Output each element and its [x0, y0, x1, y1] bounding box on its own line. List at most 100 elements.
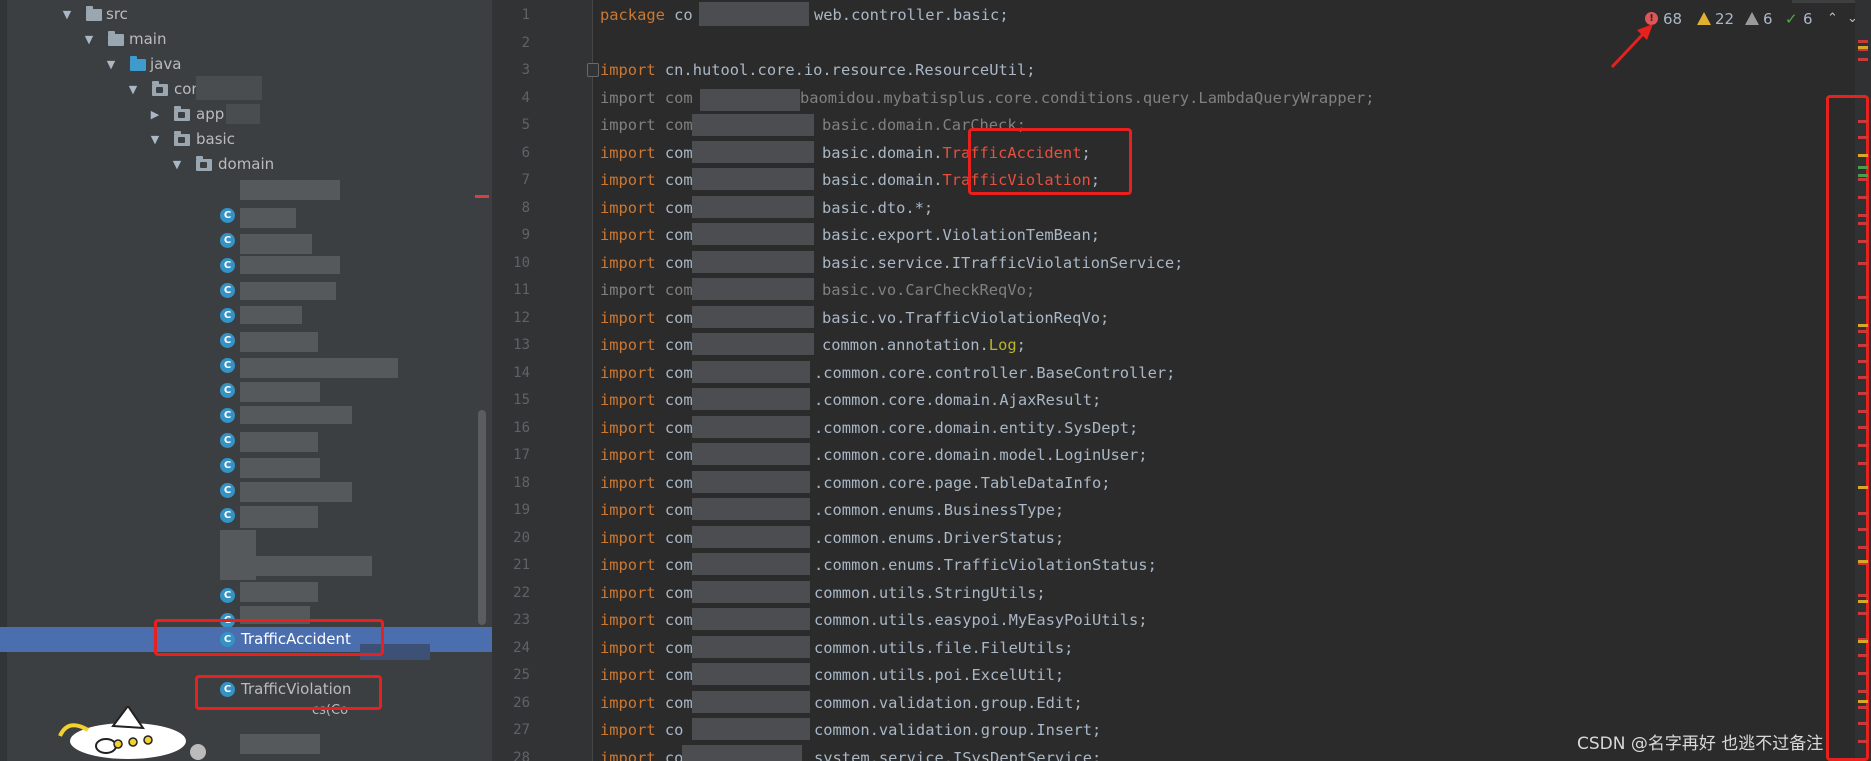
code-line[interactable]: import co — [600, 717, 683, 745]
chevron-up-icon[interactable]: ⌃ — [1827, 8, 1838, 30]
code-line[interactable]: import com. — [600, 525, 702, 553]
code-segment: basic.vo.TrafficViolationReqVo; — [822, 308, 1110, 327]
code-line[interactable]: import com — [600, 112, 693, 140]
class-icon: C — [220, 233, 235, 248]
error-mark[interactable] — [1858, 196, 1868, 199]
code-line[interactable]: import com — [600, 690, 693, 718]
error-mark[interactable] — [1858, 426, 1868, 429]
error-mark[interactable] — [1858, 360, 1868, 363]
warning-mark[interactable] — [1858, 324, 1868, 327]
code-line[interactable]: import com. — [600, 470, 702, 498]
tree-node-src[interactable]: ▼ src — [0, 2, 492, 27]
error-mark[interactable] — [1858, 178, 1868, 181]
code-line[interactable]: import com. — [600, 415, 702, 443]
code-line[interactable]: import co — [600, 745, 683, 761]
class-icon: C — [220, 508, 235, 523]
change-mark[interactable] — [1858, 166, 1868, 169]
code-line[interactable]: import com. — [600, 552, 702, 580]
error-mark[interactable] — [1858, 612, 1868, 615]
code-line[interactable]: import com — [600, 607, 693, 635]
code-segment: system.service.ISysDeptService; — [814, 748, 1102, 761]
chevron-down-icon[interactable]: ▼ — [170, 152, 184, 177]
code-line[interactable]: import com. — [600, 195, 702, 223]
code-line[interactable]: import com — [600, 332, 693, 360]
chevron-down-icon[interactable]: ▼ — [148, 127, 162, 152]
code-line[interactable]: import com — [600, 277, 693, 305]
error-mark[interactable] — [1858, 262, 1868, 265]
error-mark[interactable] — [1858, 330, 1868, 333]
keyword: import — [600, 418, 656, 437]
code-line[interactable]: import com — [600, 580, 693, 608]
code-line[interactable]: import com — [600, 222, 693, 250]
error-mark[interactable] — [1858, 40, 1868, 43]
warning-mark[interactable] — [1858, 600, 1868, 603]
error-mark[interactable] — [1858, 296, 1868, 299]
error-mark[interactable] — [1858, 654, 1868, 657]
code-text: .common.enums.DriverStatus; — [814, 525, 1064, 553]
code-line[interactable]: import com — [600, 635, 693, 663]
chevron-down-icon[interactable]: ▼ — [104, 52, 118, 77]
error-mark[interactable] — [1858, 240, 1868, 243]
error-mark[interactable] — [1858, 376, 1868, 379]
keyword: import — [600, 116, 656, 134]
tree-node-domain[interactable]: ▼ domain — [0, 152, 492, 177]
error-mark[interactable] — [1858, 392, 1868, 395]
code-line[interactable]: import com. — [600, 360, 702, 388]
error-mark[interactable] — [1858, 136, 1868, 139]
error-mark[interactable] — [1858, 690, 1868, 693]
watermark: CSDN @名字再好 也逃不过备注 — [1577, 734, 1824, 754]
code-editor[interactable]: package co web.controller.basic; import cn… — [492, 0, 1871, 761]
warning-mark[interactable] — [1858, 700, 1868, 703]
code-line[interactable]: import cn.hutool.core.io.resource.Resour… — [600, 57, 1036, 85]
warning-mark[interactable] — [1858, 486, 1868, 489]
tree-node-main[interactable]: ▼ main — [0, 27, 492, 52]
change-mark[interactable] — [1858, 174, 1868, 177]
code-line[interactable]: import com — [600, 85, 693, 113]
code-line[interactable]: import com. — [600, 387, 702, 415]
code-line[interactable]: import com — [600, 662, 693, 690]
warning-mark[interactable] — [1858, 640, 1868, 643]
error-mark[interactable] — [1858, 528, 1868, 531]
code-line[interactable]: import com. — [600, 167, 702, 195]
tree-node-label: main — [129, 30, 167, 48]
tree-node-basic[interactable]: ▼ basic — [0, 127, 492, 152]
error-mark[interactable] — [1858, 740, 1868, 743]
tree-node-java[interactable]: ▼ java — [0, 52, 492, 77]
code-text: .common.core.domain.model.LoginUser; — [814, 442, 1148, 470]
line-number: 19 — [513, 502, 530, 518]
fold-toggle-icon[interactable] — [587, 63, 599, 77]
chevron-down-icon[interactable]: ▼ — [60, 2, 74, 27]
code-segment: .common.core.domain.entity.SysDept; — [814, 418, 1139, 437]
code-segment: .common.core.domain.AjaxResult; — [814, 391, 1102, 409]
error-mark[interactable] — [1858, 222, 1868, 225]
chevron-down-icon[interactable]: ▼ — [126, 77, 140, 102]
error-mark[interactable] — [1858, 214, 1868, 217]
chevron-right-icon[interactable]: ▶ — [148, 102, 162, 127]
error-mark[interactable] — [1858, 706, 1868, 709]
error-mark[interactable] — [1858, 594, 1868, 597]
tree-scrollbar[interactable] — [478, 410, 486, 625]
error-mark[interactable] — [1858, 672, 1868, 675]
error-mark[interactable] — [1858, 722, 1868, 725]
highlight-box-traffic-accident — [154, 619, 384, 656]
warning-mark[interactable] — [1858, 154, 1868, 157]
error-mark[interactable] — [1858, 512, 1868, 515]
line-number: 4 — [521, 89, 530, 106]
code-line[interactable]: import com. — [600, 497, 702, 525]
code-line[interactable]: import com. — [600, 442, 702, 470]
warning-mark[interactable] — [1858, 560, 1868, 563]
error-mark[interactable] — [1858, 546, 1868, 549]
error-mark[interactable] — [1858, 120, 1868, 123]
keyword: import — [600, 528, 656, 547]
chevron-down-icon[interactable]: ▼ — [82, 27, 96, 52]
code-line[interactable]: import com — [600, 250, 693, 278]
error-mark[interactable] — [1858, 462, 1868, 465]
code-line[interactable]: package co — [600, 2, 693, 30]
error-mark[interactable] — [1858, 58, 1868, 61]
code-line[interactable]: import com — [600, 140, 693, 168]
error-mark[interactable] — [1858, 444, 1868, 447]
warning-mark[interactable] — [1858, 46, 1868, 49]
error-mark[interactable] — [1858, 410, 1868, 413]
error-mark[interactable] — [1858, 344, 1868, 347]
code-line[interactable]: import com — [600, 305, 693, 333]
